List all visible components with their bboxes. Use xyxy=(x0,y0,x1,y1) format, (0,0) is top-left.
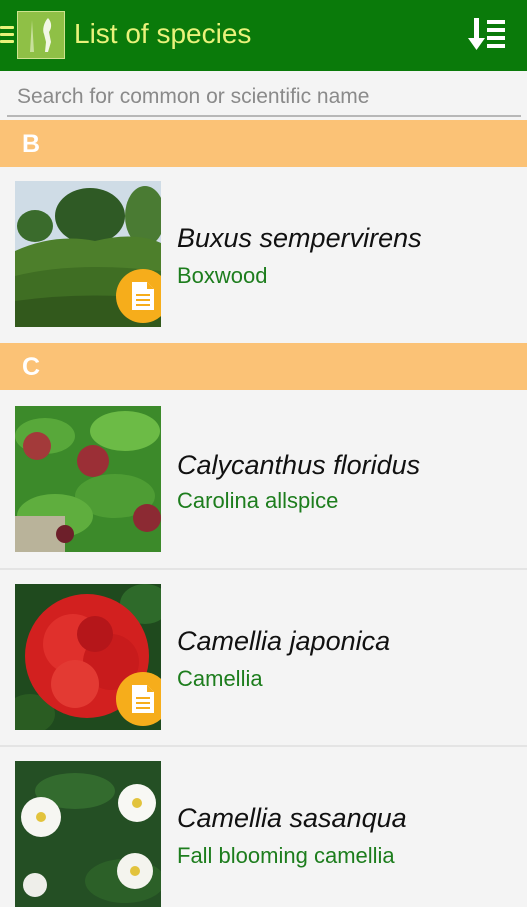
sort-icon[interactable] xyxy=(467,16,507,54)
scientific-name: Calycanthus floridus xyxy=(177,450,421,480)
species-thumbnail xyxy=(15,584,161,730)
common-name: Camellia xyxy=(177,666,263,691)
section-header-c: C xyxy=(0,343,527,390)
scientific-name: Camellia japonica xyxy=(177,626,391,656)
document-icon[interactable] xyxy=(116,672,161,726)
document-icon[interactable] xyxy=(116,269,161,323)
section-letter: C xyxy=(22,353,41,381)
menu-icon[interactable] xyxy=(0,26,14,44)
common-name: Fall blooming camellia xyxy=(177,843,395,868)
list-item[interactable]: Camellia sasanqua Fall blooming camellia xyxy=(0,747,527,907)
search-input[interactable] xyxy=(7,79,521,117)
common-name: Boxwood xyxy=(177,263,268,288)
scientific-name: Buxus sempervirens xyxy=(177,223,422,253)
page-title: List of species xyxy=(74,18,252,49)
common-name: Carolina allspice xyxy=(177,488,339,513)
species-thumbnail xyxy=(15,406,161,552)
app-logo[interactable] xyxy=(17,11,65,59)
scientific-name: Camellia sasanqua xyxy=(177,803,407,833)
species-thumbnail xyxy=(15,761,161,907)
section-header-b: B xyxy=(0,120,527,167)
app-bar: List of species xyxy=(0,0,527,71)
species-thumbnail xyxy=(15,181,161,327)
list-item[interactable]: Buxus sempervirens Boxwood xyxy=(0,167,527,342)
list-item[interactable]: Camellia japonica Camellia xyxy=(0,570,527,745)
section-letter: B xyxy=(22,130,41,158)
list-item[interactable]: Calycanthus floridus Carolina allspice xyxy=(0,390,527,568)
